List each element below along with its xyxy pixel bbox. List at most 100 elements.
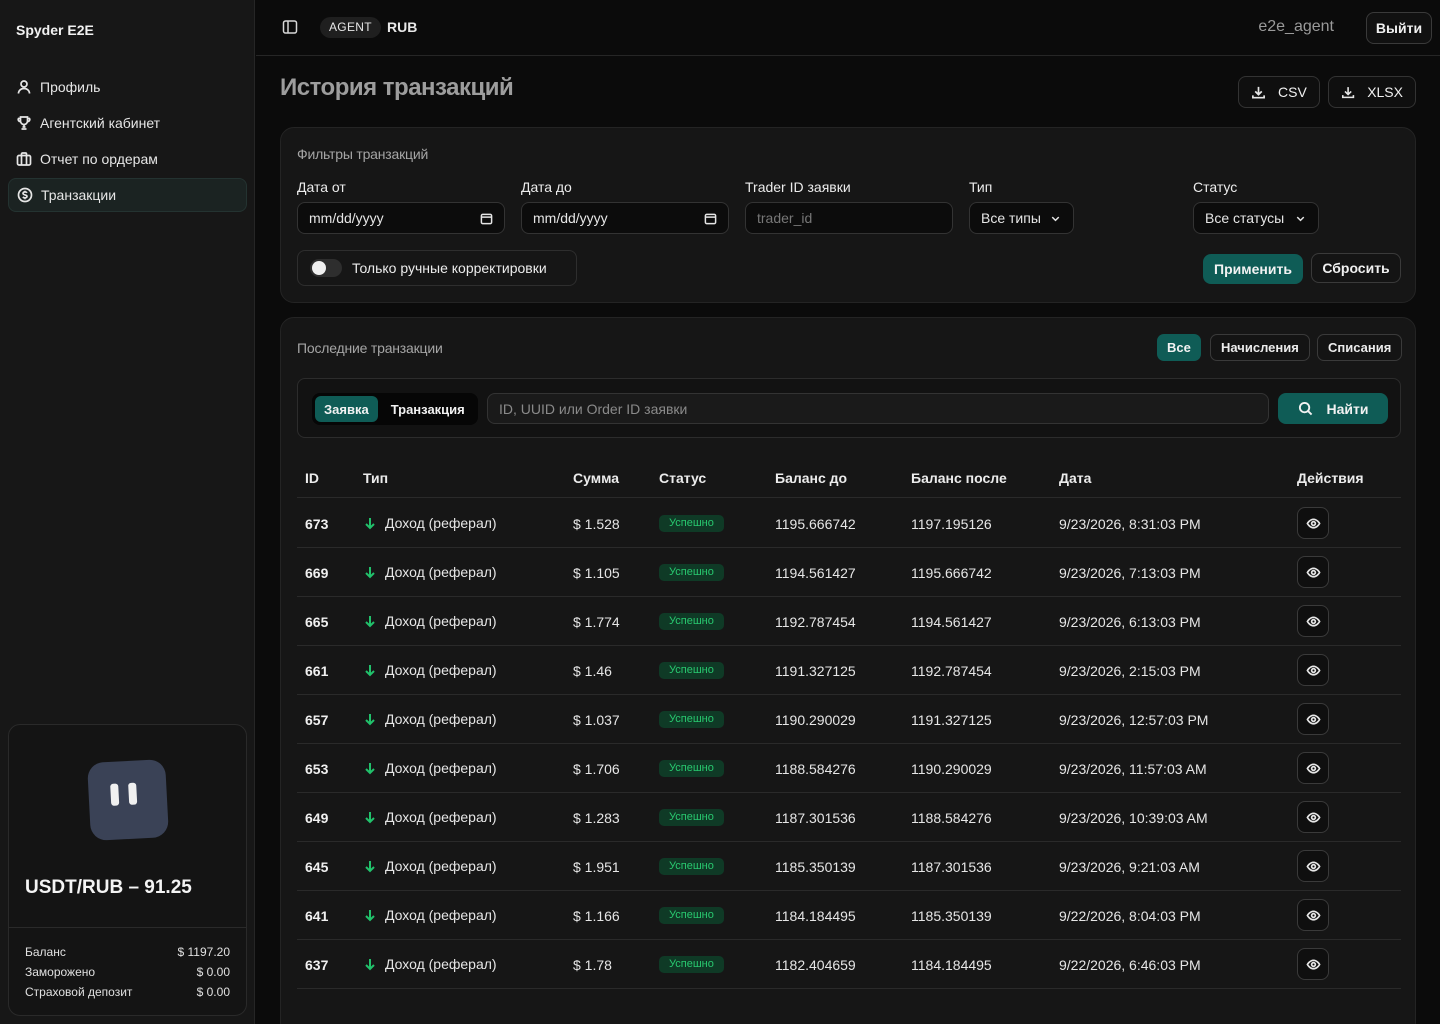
logout-button[interactable]: Выйти [1366,12,1432,44]
export-csv-button[interactable]: CSV [1238,76,1320,108]
view-details-button[interactable] [1297,556,1329,588]
view-details-button[interactable] [1297,654,1329,686]
chevron-down-icon [1296,216,1305,221]
eye-icon [1305,909,1321,921]
cell-date: 9/23/2026, 10:39:03 AM [1059,810,1208,826]
trophy-icon [17,116,31,130]
sidebar-item-label: Профиль [40,79,101,95]
sidebar-item-label: Транзакции [41,187,117,203]
tab-credits[interactable]: Начисления [1210,334,1310,361]
sidebar-item-profile[interactable]: Профиль [8,70,247,104]
sidebar: Spyder E2E Профиль Агентский кабинет Отч… [0,0,255,1024]
briefcase-icon [16,152,32,166]
find-button-label: Найти [1326,400,1369,417]
date-to-input[interactable]: mm/dd/yyyy [521,202,729,234]
find-button[interactable]: Найти [1278,393,1388,424]
sidebar-item-transactions[interactable]: Транзакции [8,178,247,212]
cell-type-label: Доход (реферал) [385,809,497,825]
status-select[interactable]: Все статусы [1193,202,1319,234]
sidebar-nav: Профиль Агентский кабинет Отчет по ордер… [8,70,247,214]
toggle-switch[interactable] [310,259,342,277]
view-details-button[interactable] [1297,899,1329,931]
date-from-input[interactable]: mm/dd/yyyy [297,202,505,234]
sidebar-item-label: Отчет по ордерам [40,151,158,167]
chevron-down-icon [1051,216,1060,221]
view-details-button[interactable] [1297,703,1329,735]
view-details-button[interactable] [1297,507,1329,539]
apply-button[interactable]: Применить [1203,254,1303,284]
table-row[interactable]: 665 Доход (реферал) $ 1.774 Успешно 1192.787… [297,597,1401,646]
reset-button[interactable]: Сбросить [1311,253,1401,283]
cell-balance-before: 1194.561427 [775,565,856,581]
type-select[interactable]: Все типы [969,202,1074,234]
view-details-button[interactable] [1297,801,1329,833]
cell-type: Доход (реферал) [363,662,497,678]
cell-date: 9/23/2026, 8:31:03 PM [1059,516,1201,532]
segment-order[interactable]: Заявка [315,396,378,422]
view-details-button[interactable] [1297,948,1329,980]
cell-date: 9/23/2026, 7:13:03 PM [1059,565,1201,581]
cell-type-label: Доход (реферал) [385,515,497,531]
cell-type-label: Доход (реферал) [385,564,497,580]
stat-label: Заморожено [25,965,96,979]
cell-amount: $ 1.706 [573,761,620,777]
column-header[interactable]: Баланс после [911,470,1007,486]
column-header[interactable]: Действия [1297,470,1364,486]
column-header[interactable]: ID [305,470,319,486]
tab-all[interactable]: Все [1157,334,1201,361]
sidebar-item-agent-cabinet[interactable]: Агентский кабинет [8,106,247,140]
eye-icon [1305,958,1321,970]
column-header[interactable]: Статус [659,470,706,486]
table-row[interactable]: 637 Доход (реферал) $ 1.78 Успешно 1182.4046… [297,940,1401,989]
trader-id-input[interactable]: trader_id [745,202,953,234]
export-xlsx-button[interactable]: XLSX [1328,76,1416,108]
column-header[interactable]: Сумма [573,470,619,486]
brand-name: Spyder E2E [16,22,94,38]
cell-date: 9/23/2026, 2:15:03 PM [1059,663,1201,679]
cell-amount: $ 1.105 [573,565,620,581]
view-details-button[interactable] [1297,752,1329,784]
cell-date: 9/22/2026, 6:46:03 PM [1059,957,1201,973]
status-badge: Успешно [659,760,724,777]
status-badge: Успешно [659,662,724,679]
table-row[interactable]: 657 Доход (реферал) $ 1.037 Успешно 1190.290… [297,695,1401,744]
cell-balance-after: 1192.787454 [911,663,992,679]
eye-icon [1305,762,1321,774]
cell-type: Доход (реферал) [363,564,497,580]
status-badge: Успешно [659,711,724,728]
date-to-value: mm/dd/yyyy [533,210,608,226]
column-header[interactable]: Баланс до [775,470,847,486]
cell-balance-after: 1184.184495 [911,957,992,973]
status-badge: Успешно [659,613,724,630]
view-details-button[interactable] [1297,605,1329,637]
cell-balance-after: 1197.195126 [911,516,992,532]
table-row[interactable]: 661 Доход (реферал) $ 1.46 Успешно 1191.3271… [297,646,1401,695]
sidebar-item-orders-report[interactable]: Отчет по ордерам [8,142,247,176]
cell-balance-before: 1195.666742 [775,516,856,532]
table-row[interactable]: 641 Доход (реферал) $ 1.166 Успешно 1184.184… [297,891,1401,940]
column-header[interactable]: Тип [363,470,388,486]
search-input[interactable]: ID, UUID или Order ID заявки [487,393,1269,424]
cell-date: 9/23/2026, 11:57:03 AM [1059,761,1207,777]
cell-balance-before: 1191.327125 [775,663,856,679]
segment-transaction[interactable]: Транзакция [382,396,474,422]
table-row[interactable]: 653 Доход (реферал) $ 1.706 Успешно 1188.584… [297,744,1401,793]
column-header[interactable]: Дата [1059,470,1091,486]
cell-id: 669 [305,565,329,581]
table-row[interactable]: 673 Доход (реферал) $ 1.528 Успешно 1195.666… [297,499,1401,548]
transactions-card: Последние транзакции Все Начисления Спис… [280,317,1416,1024]
table-row[interactable]: 669 Доход (реферал) $ 1.105 Успешно 1194.561… [297,548,1401,597]
cell-id: 649 [305,810,329,826]
calendar-icon[interactable] [480,212,493,225]
table-row[interactable]: 645 Доход (реферал) $ 1.951 Успешно 1185.350… [297,842,1401,891]
export-xlsx-label: XLSX [1367,84,1403,100]
calendar-icon[interactable] [704,212,717,225]
view-details-button[interactable] [1297,850,1329,882]
cell-balance-after: 1194.561427 [911,614,992,630]
status-select-value: Все статусы [1205,210,1285,226]
sidebar-toggle-icon[interactable] [282,19,298,35]
manual-corrections-toggle[interactable]: Только ручные корректировки [297,250,577,286]
table-row[interactable]: 649 Доход (реферал) $ 1.283 Успешно 1187.301… [297,793,1401,842]
tab-debits[interactable]: Списания [1317,334,1403,361]
arrow-down-icon [365,812,375,824]
